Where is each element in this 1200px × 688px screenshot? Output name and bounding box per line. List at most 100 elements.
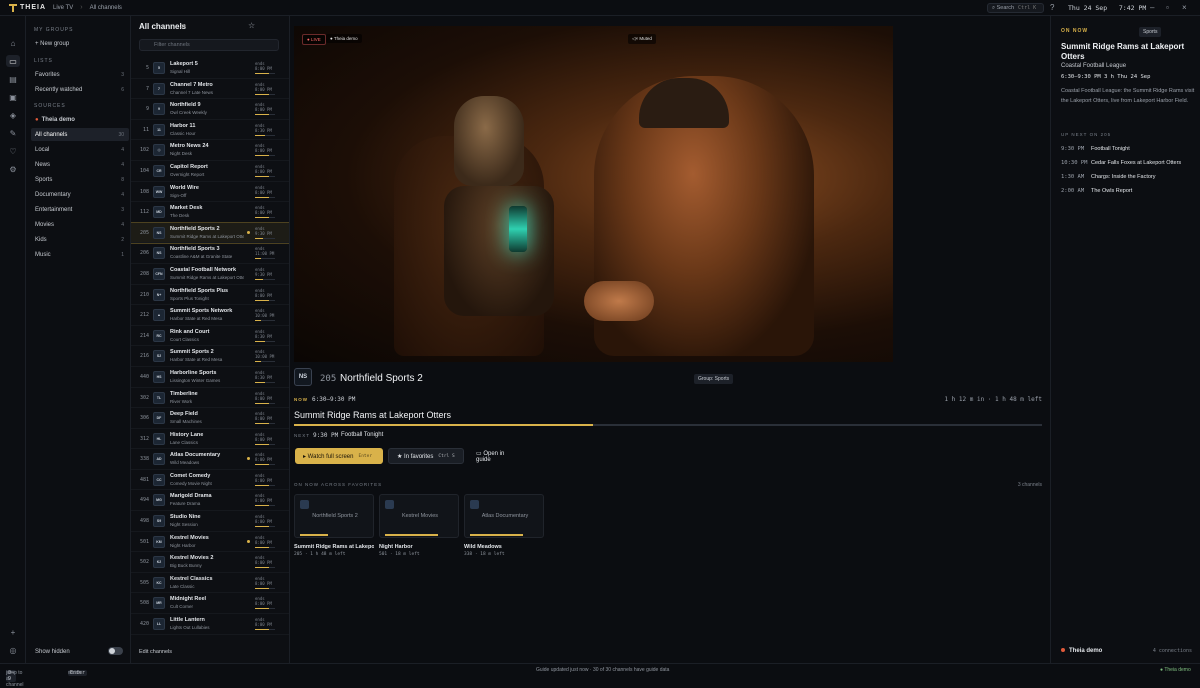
clock-day: Thu 24 Sep: [1068, 4, 1108, 12]
favorite-dot-icon: [247, 457, 250, 461]
channel-row[interactable]: 214 RC Rink and Court Court Classics ends 8:3…: [131, 326, 289, 347]
ends-time: 8:00 PM: [255, 601, 272, 607]
favorite-sub: 205 · 1 h 48 m left: [294, 552, 346, 557]
channel-row[interactable]: 338 AD Atlas Documentary Wild Meadows ends 8:…: [131, 449, 289, 470]
account-icon[interactable]: ◎: [6, 644, 20, 656]
channel-row[interactable]: 440 HS Harborline Sports Lissington Winter …: [131, 367, 289, 388]
channel-row[interactable]: 306 DF Deep Field Small Machines ends 8:00 PM: [131, 408, 289, 429]
channel-row[interactable]: 494 MG Marigold Drama Feature Drama ends 8:00…: [131, 490, 289, 512]
up-next-item[interactable]: 9:30 PM Football Tonight: [1061, 146, 1130, 152]
breadcrumb-live-tv[interactable]: Live TV: [53, 5, 73, 11]
channel-row[interactable]: 206 NS Northfield Sports 3 Coastline A&M at…: [131, 243, 289, 264]
channel-row[interactable]: 102 ◎ Metro News 24 Night Desk ends 8:00 PM: [131, 140, 289, 161]
up-next-item[interactable]: 10:30 PM Cedar Falls Foxes at Lakeport Ot…: [1061, 160, 1181, 166]
channel-row[interactable]: 302 TL Timberline River Work ends 8:00 PM: [131, 388, 289, 409]
channel-name: Kestrel Movies 2: [170, 555, 214, 562]
channel-row[interactable]: 212 ▲ Summit Sports Network Harbor State at…: [131, 305, 289, 326]
search-button[interactable]: ⌕ Search Ctrl K: [987, 3, 1044, 13]
list-item-recently-watched[interactable]: Recently watched 6: [31, 83, 129, 96]
channel-ends: ends 9:30 PM: [255, 267, 272, 277]
guide-icon[interactable]: ▤: [6, 73, 20, 85]
channel-row[interactable]: 508 MR Midnight Reel Cult Corner ends 8:00 PM: [131, 593, 289, 615]
channel-row[interactable]: 210 N+ Northfield Sports Plus Sports Plus T…: [131, 285, 289, 306]
layers-icon[interactable]: ◈: [6, 109, 20, 121]
channel-progress-fill: [255, 237, 263, 239]
recordings-icon[interactable]: ▣: [6, 91, 20, 103]
channel-row[interactable]: 216 S2 Summit Sports 2 Harbor State at Red …: [131, 346, 289, 367]
source-status[interactable]: Theia demo: [1061, 648, 1102, 654]
group-item-local[interactable]: Local 4: [31, 143, 129, 156]
channel-logo: MG: [153, 494, 165, 507]
live-tv-icon[interactable]: ▭: [6, 55, 20, 67]
group-item-all-channels[interactable]: All channels 30: [31, 128, 129, 141]
minimize-icon[interactable]: –: [1150, 3, 1154, 12]
channel-row[interactable]: 312 HL History Lane Lane Classics ends 8:00 P…: [131, 429, 289, 450]
channel-row[interactable]: 104 CR Capitol Report Overnight Report ends 8…: [131, 161, 289, 182]
settings-icon[interactable]: ⚙: [6, 163, 20, 175]
channel-progress-fill: [255, 587, 269, 589]
channel-row[interactable]: 11 11 Harbor 11 Classic Hour ends 8:30 PM: [131, 120, 289, 141]
channel-row[interactable]: 420 LL Little Lantern Lights Out Lullabies e…: [131, 614, 289, 635]
tools-icon[interactable]: ✎: [6, 127, 20, 139]
video-player[interactable]: ● LIVE ● Theia demo ◁× Muted: [294, 26, 893, 362]
channel-row[interactable]: 498 S9 Studio Nine Night Session ends 8:00 PM: [131, 511, 289, 532]
channel-row[interactable]: 502 K2 Kestrel Movies 2 Big Buck Bunny ends 8…: [131, 552, 289, 573]
channel-ends: ends 8:00 PM: [255, 164, 272, 174]
program-progress-fill: [294, 424, 594, 426]
show-hidden-toggle[interactable]: [108, 647, 123, 655]
channel-name: Timberline: [170, 390, 198, 397]
muted-button[interactable]: ◁× Muted: [628, 34, 656, 44]
now-program-title: Summit Ridge Rams at Lakeport Otters: [294, 410, 452, 420]
favorite-star-icon[interactable]: ☆: [248, 21, 255, 30]
edit-channels-button[interactable]: Edit channels: [139, 649, 172, 655]
breadcrumb-all-channels[interactable]: All channels: [90, 5, 122, 11]
add-icon[interactable]: +: [6, 626, 20, 638]
channel-progress-bar: [255, 484, 275, 486]
up-next-item[interactable]: 1:30 AM Chargs: Inside the Factory: [1061, 174, 1156, 180]
favorites-icon[interactable]: ♡: [6, 145, 20, 157]
filter-channels-input[interactable]: Filter channels: [139, 39, 279, 51]
favorite-card[interactable]: Northfield Sports 2 Summit Ridge Rams at …: [294, 494, 374, 557]
group-item-news[interactable]: News 4: [31, 158, 129, 171]
scene-hand: [584, 281, 654, 321]
channel-row[interactable]: 5 5 Lakeport 5 Signal Hill ends 8:00 PM: [131, 58, 289, 79]
channel-name: Northfield Sports 2: [170, 225, 220, 232]
channel-row[interactable]: 501 KM Kestrel Movies Night Harbor ends 8:00 …: [131, 532, 289, 553]
scene-robot-head: [454, 96, 524, 186]
channel-name: Kestrel Classics: [170, 575, 213, 582]
channel-ends: ends 8:00 PM: [255, 82, 272, 92]
channel-row[interactable]: 7 7 Channel 7 Metro Channel 7 Late News ends…: [131, 79, 289, 100]
group-item-entertainment[interactable]: Entertainment 3: [31, 203, 129, 216]
list-item-favorites[interactable]: Favorites 3: [31, 68, 129, 81]
watch-full-screen-button[interactable]: ▸ Watch full screen Enter: [295, 448, 383, 464]
open-in-guide-button[interactable]: ▭ Open in guide: [468, 448, 528, 464]
favorite-card[interactable]: Atlas Documentary Wild Meadows 338 · 18 m …: [464, 494, 544, 557]
new-group-button[interactable]: + New group: [31, 37, 129, 50]
group-item-kids[interactable]: Kids 2: [31, 233, 129, 246]
channel-name: History Lane: [170, 431, 204, 438]
channel-row[interactable]: 9 9 Northfield 9 Owl Creek Weekly ends 8:00 P…: [131, 99, 289, 120]
up-next-item[interactable]: 2:00 AM The Owls Report: [1061, 188, 1132, 194]
group-item-sports[interactable]: Sports 8: [31, 173, 129, 186]
channel-row[interactable]: 108 WW World Wire Sign-Off ends 8:00 PM: [131, 182, 289, 203]
favorite-card[interactable]: Kestrel Movies Night Harbor 501 · 18 m lef…: [379, 494, 459, 557]
source-theia-demo[interactable]: ● Theia demo: [31, 113, 129, 126]
search-shortcut: Ctrl K: [1018, 5, 1037, 11]
maximize-icon[interactable]: ▫: [1166, 3, 1169, 12]
group-item-music[interactable]: Music 1: [31, 248, 129, 261]
group-tag[interactable]: Group: Sports: [694, 374, 734, 384]
home-icon[interactable]: ⌂: [6, 37, 20, 49]
channel-number: 5: [145, 65, 149, 71]
channel-row[interactable]: 505 KC Kestrel Classics Late Classic ends 8:0…: [131, 573, 289, 594]
channel-row[interactable]: 208 CFN Coastal Football Network Summit Rid…: [131, 264, 289, 285]
in-favorites-button[interactable]: ★ In favorites Ctrl S: [388, 448, 464, 464]
channel-row[interactable]: 205 NS Northfield Sports 2 Summit Ridge Ram…: [131, 221, 289, 245]
source-label: Theia demo: [41, 116, 75, 123]
channel-row[interactable]: 481 CC Comet Comedy Comedy Movie Night ends 8…: [131, 470, 289, 491]
help-icon[interactable]: ?: [1050, 3, 1054, 12]
channel-row[interactable]: 112 MD Market Desk The Desk ends 8:00 PM: [131, 202, 289, 223]
channel-progress-bar: [255, 299, 275, 301]
group-item-documentary[interactable]: Documentary 4: [31, 188, 129, 201]
close-icon[interactable]: ×: [1182, 3, 1187, 12]
group-item-movies[interactable]: Movies 4: [31, 218, 129, 231]
